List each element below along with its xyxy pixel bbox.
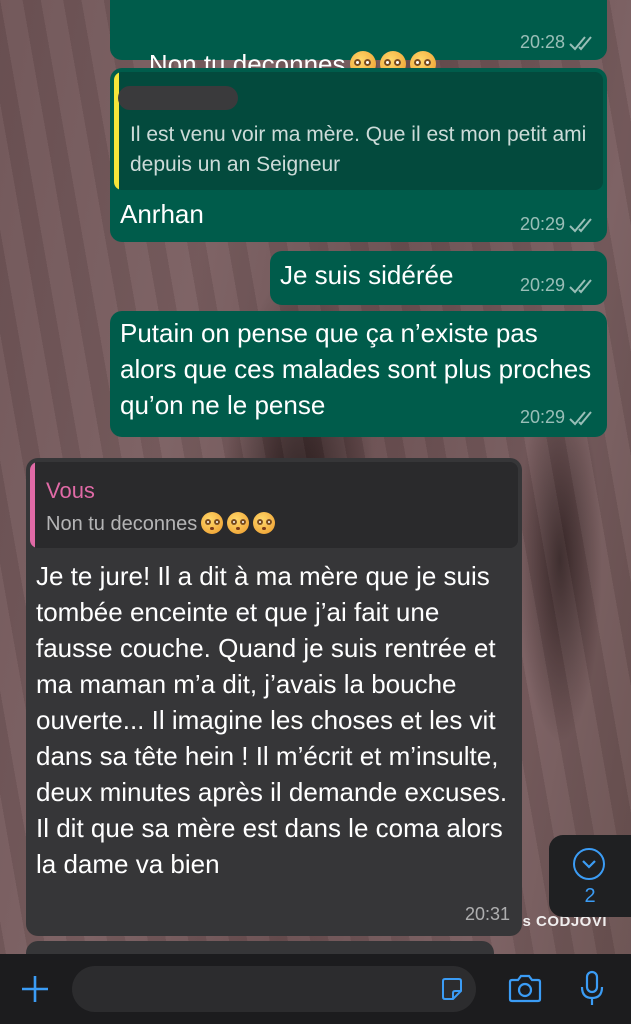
message-time: 20:28 (519, 32, 565, 52)
message-text: Je te jure! Il a dit à ma mère que je su… (36, 561, 515, 879)
outgoing-message-3[interactable]: Je suis sidérée 20:29 (270, 251, 607, 305)
message-time: 20:29 (519, 214, 565, 234)
message-meta: 20:31 (465, 904, 510, 925)
read-receipt-icon (569, 35, 597, 51)
quote-sender: Vous (46, 478, 95, 503)
message-meta: 20:29 (520, 407, 597, 428)
read-receipt-icon (569, 410, 597, 426)
quoted-message[interactable]: Il est venu voir ma mère. Que il est mon… (114, 72, 603, 190)
read-receipt-icon (569, 217, 597, 233)
camera-icon[interactable] (507, 974, 543, 1004)
quoted-message[interactable]: Vous Non tu deconnes (30, 462, 518, 548)
incoming-message-1[interactable]: Vous Non tu deconnes Je te jure! Il a di… (26, 458, 522, 936)
message-meta: 20:29 (520, 214, 597, 235)
message-meta: 20:29 (520, 275, 597, 296)
quote-accent-bar (30, 462, 35, 548)
message-meta: 20:28 (520, 32, 597, 53)
message-time: 20:29 (519, 275, 565, 295)
quote-text: Non tu deconnes (46, 512, 276, 536)
message-text: Anrhan (120, 199, 204, 229)
flushed-face-emoji (253, 512, 276, 534)
flushed-face-emoji (227, 512, 250, 534)
message-input[interactable] (72, 966, 476, 1012)
message-text: Je suis sidérée (280, 260, 454, 290)
quote-text: Il est venu voir ma mère. Que il est mon… (130, 123, 587, 176)
quote-sender-redacted (118, 86, 238, 110)
outgoing-message-1[interactable]: Non tu deconnes 20:28 (110, 0, 607, 79)
read-receipt-icon (569, 278, 597, 294)
quote-accent-bar (114, 72, 119, 190)
flushed-face-emoji (201, 512, 224, 534)
scroll-to-bottom-button[interactable]: 2 (549, 835, 631, 917)
microphone-icon[interactable] (578, 970, 606, 1008)
plus-icon[interactable] (18, 972, 52, 1006)
outgoing-message-2[interactable]: Il est venu voir ma mère. Que il est mon… (110, 68, 607, 242)
message-time: 20:29 (519, 407, 565, 427)
outgoing-message-4[interactable]: Putain on pense que ça n’existe pas alor… (110, 311, 607, 437)
message-time: 20:31 (464, 904, 510, 924)
sticker-icon[interactable] (440, 977, 464, 1001)
unread-count: 2 (584, 885, 596, 907)
composer-bar (0, 954, 631, 1024)
chevron-down-icon (573, 848, 605, 880)
